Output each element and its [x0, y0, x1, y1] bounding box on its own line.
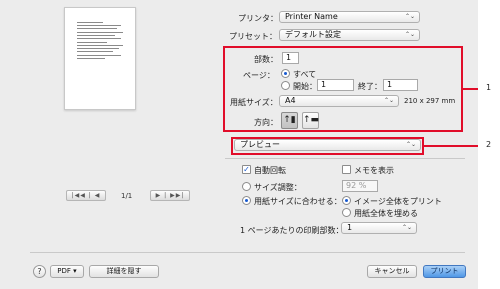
auto-rotate-label: 自動回転	[254, 166, 286, 175]
portrait-orientation-button[interactable]: ↑▮	[281, 112, 298, 129]
help-button[interactable]: ?	[33, 265, 46, 278]
copies-field[interactable]: 1	[282, 52, 299, 64]
popup-arrows-icon: ⌃⌄	[404, 31, 415, 38]
popup-arrows-icon: ⌃⌄	[383, 97, 394, 104]
print-dialog: |◀◀ | ◀ 1/1 ▶ | ▶▶| プリンタ： Printer Name ⌃…	[0, 0, 478, 289]
text-line	[77, 55, 121, 56]
pages-to-label: 終了：	[358, 82, 382, 91]
show-notes-checkbox[interactable]	[342, 165, 351, 174]
landscape-orientation-button[interactable]: ↑▬	[302, 112, 319, 129]
callout-number-1: 1	[486, 83, 492, 92]
presets-value: デフォルト設定	[285, 30, 341, 39]
text-line	[77, 58, 105, 59]
print-entire-image-radio[interactable]	[342, 196, 351, 205]
fit-to-paper-label: 用紙サイズに合わせる：	[254, 197, 342, 206]
footer-divider	[30, 252, 465, 253]
text-line	[77, 38, 121, 39]
text-line	[77, 51, 113, 52]
paper-size-value: A4	[285, 96, 296, 105]
pdf-menu-button[interactable]: PDF ▾	[50, 265, 84, 278]
text-line	[77, 28, 117, 29]
scale-label: サイズ調整：	[254, 183, 302, 192]
section-popup-value: プレビュー	[240, 140, 280, 149]
pdf-label: PDF	[57, 267, 71, 275]
pages-all-label: すべて	[293, 70, 317, 79]
show-notes-label: メモを表示	[354, 166, 394, 175]
copies-label: 部数：	[254, 55, 278, 64]
print-entire-image-label: イメージ全体をプリント	[354, 197, 442, 206]
pages-label: ページ：	[243, 71, 275, 80]
fill-entire-paper-radio[interactable]	[342, 208, 351, 217]
auto-rotate-checkbox[interactable]: ✓	[242, 165, 251, 174]
paper-size-dimensions: 210 x 297 mm	[404, 97, 456, 105]
scale-radio[interactable]	[242, 182, 251, 191]
cancel-button[interactable]: キャンセル	[367, 265, 417, 278]
paper-size-popup[interactable]: A4 ⌃⌄	[279, 95, 399, 107]
callout-number-2: 2	[486, 140, 492, 149]
text-line	[77, 25, 121, 26]
page-count: 1/1	[121, 192, 133, 200]
print-button[interactable]: プリント	[423, 265, 466, 278]
previous-page-buttons[interactable]: |◀◀ | ◀	[66, 190, 106, 201]
fill-entire-paper-label: 用紙全体を埋める	[354, 209, 418, 218]
section-popup[interactable]: プレビュー ⌃⌄	[234, 139, 421, 151]
text-line	[77, 48, 119, 49]
callout-leader-1	[463, 88, 478, 90]
text-line	[77, 45, 123, 46]
popup-arrows-icon: ⌃⌄	[405, 141, 416, 148]
copies-per-page-value: 1	[347, 223, 353, 232]
copies-per-page-label: 1 ページあたりの印刷部数：	[240, 226, 344, 235]
callout-leader-2	[424, 145, 478, 147]
landscape-icon: ↑▬	[303, 115, 320, 125]
orientation-label: 方向：	[254, 118, 278, 127]
pages-all-radio[interactable]	[281, 69, 290, 78]
popup-arrows-icon: ⌃⌄	[401, 224, 412, 231]
chevron-down-icon: ▾	[73, 267, 77, 275]
next-page-buttons[interactable]: ▶ | ▶▶|	[150, 190, 190, 201]
text-line	[77, 32, 123, 33]
pages-range-radio[interactable]	[281, 81, 290, 90]
pages-from-label: 開始：	[293, 82, 317, 91]
page-preview	[64, 7, 136, 110]
portrait-icon: ↑▮	[283, 115, 296, 125]
hide-details-button[interactable]: 詳細を隠す	[89, 265, 159, 278]
text-line	[77, 42, 107, 43]
text-line	[77, 35, 115, 36]
text-line	[77, 22, 103, 23]
presets-popup[interactable]: デフォルト設定 ⌃⌄	[279, 29, 420, 41]
printer-popup[interactable]: Printer Name ⌃⌄	[279, 11, 420, 23]
section-divider	[225, 158, 465, 159]
printer-value: Printer Name	[285, 12, 338, 21]
pages-to-field[interactable]: 1	[383, 79, 418, 91]
popup-arrows-icon: ⌃⌄	[404, 13, 415, 20]
fit-to-paper-radio[interactable]	[242, 196, 251, 205]
scale-field[interactable]: 92 %	[342, 180, 378, 192]
presets-label: プリセット：	[229, 32, 277, 41]
pages-from-field[interactable]: 1	[317, 79, 354, 91]
printer-label: プリンタ：	[238, 14, 278, 23]
copies-per-page-popup[interactable]: 1 ⌃⌄	[341, 222, 417, 234]
paper-size-label: 用紙サイズ：	[230, 98, 278, 107]
